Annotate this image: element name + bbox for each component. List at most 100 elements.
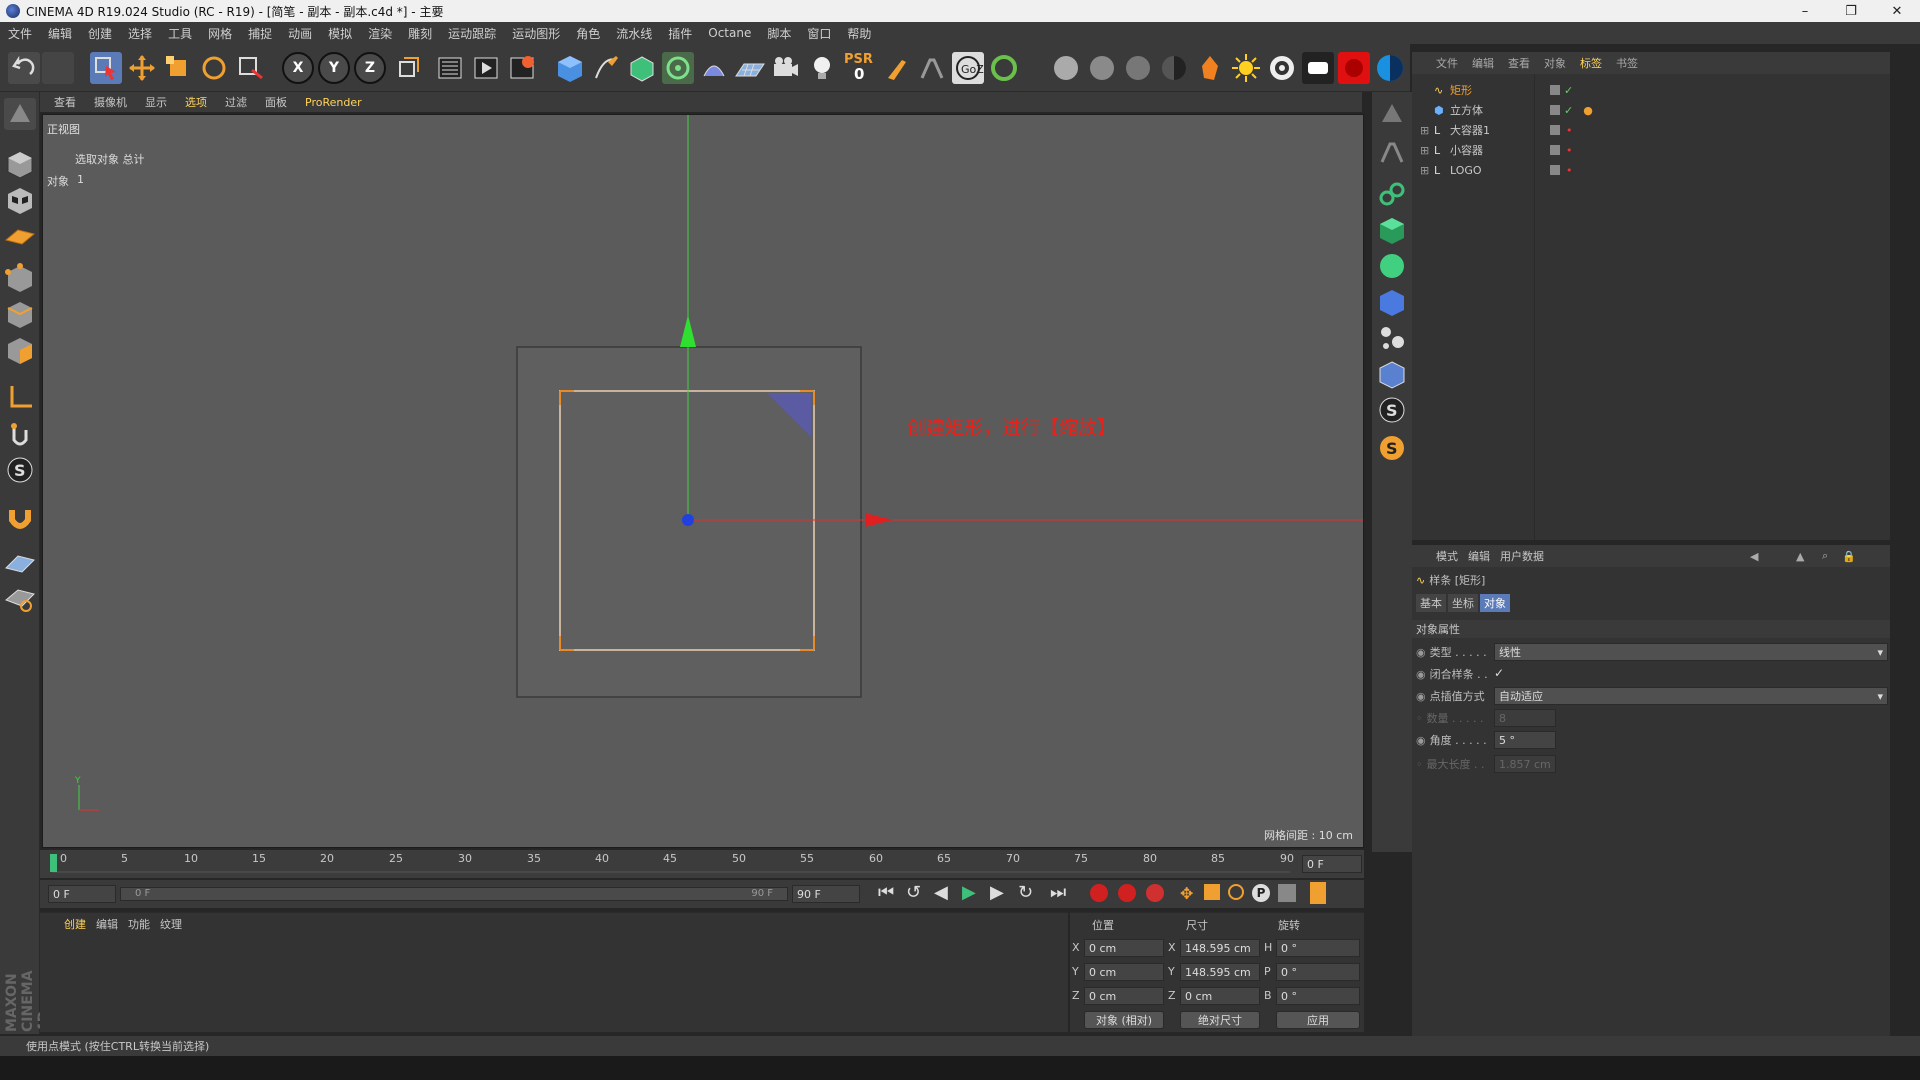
- mat-menu-create[interactable]: 创建: [40, 916, 96, 932]
- rotation-p-field[interactable]: 0 °: [1276, 963, 1360, 981]
- object-row-cube[interactable]: ⬢ 立方体 ✓ ●: [1412, 100, 1890, 120]
- mat-menu-function[interactable]: 功能: [128, 916, 160, 932]
- camera-icon[interactable]: [770, 52, 802, 84]
- array-mograph-icon[interactable]: [662, 52, 694, 84]
- object-row-rectangle[interactable]: ∿ 矩形 ✓: [1412, 80, 1890, 100]
- link-icon[interactable]: [1376, 178, 1408, 210]
- end-frame-field[interactable]: 90 F: [792, 885, 860, 903]
- size-mode-dropdown[interactable]: 绝对尺寸: [1180, 1011, 1260, 1029]
- object-row-logo[interactable]: ⊞ L LOGO •: [1412, 160, 1890, 180]
- objmgr-menu-objects[interactable]: 对象: [1537, 55, 1573, 71]
- minimize-button[interactable]: –: [1782, 0, 1828, 22]
- viewport-menu-cameras[interactable]: 摄像机: [85, 94, 136, 110]
- tweak-mode-icon[interactable]: [4, 418, 36, 450]
- expand-icon[interactable]: ⊞: [1420, 164, 1432, 177]
- workplane-grid-icon[interactable]: [4, 548, 36, 580]
- viewport-menu-prorender[interactable]: ProRender: [296, 96, 371, 109]
- octane-icon[interactable]: [1374, 52, 1406, 84]
- visibility-toggle-icon[interactable]: [1550, 145, 1560, 155]
- mat-menu-texture[interactable]: 纹理: [160, 916, 182, 932]
- interpolation-dropdown[interactable]: 自动适应 ▾: [1494, 687, 1888, 705]
- workplane-icon[interactable]: [4, 220, 36, 252]
- render-fire-icon[interactable]: [1194, 52, 1226, 84]
- disabled-dot-icon[interactable]: •: [1566, 164, 1573, 177]
- parameter-key-icon[interactable]: P: [1252, 884, 1270, 902]
- menu-sculpt[interactable]: 雕刻: [400, 25, 440, 42]
- attr-menu-edit[interactable]: 编辑: [1468, 548, 1500, 564]
- blue-polygon-icon[interactable]: [1376, 286, 1408, 318]
- sculpt-brush-icon[interactable]: [1376, 136, 1408, 168]
- refresh-plugin-icon[interactable]: [988, 52, 1020, 84]
- enabled-check-icon[interactable]: ✓: [1564, 84, 1573, 97]
- angle-field[interactable]: 5 °: [1494, 731, 1556, 749]
- texture-mode-icon[interactable]: [4, 184, 36, 216]
- visibility-toggle-icon[interactable]: [1550, 85, 1560, 95]
- menu-simulate[interactable]: 模拟: [320, 25, 360, 42]
- magnet-icon[interactable]: [4, 502, 36, 534]
- enabled-check-icon[interactable]: ✓: [1564, 104, 1573, 117]
- up-arrow-icon[interactable]: ▲: [1796, 550, 1804, 563]
- material-sphere-4-icon[interactable]: [1158, 52, 1190, 84]
- animate-radio-icon[interactable]: ◉: [1416, 646, 1426, 659]
- rotation-h-field[interactable]: 0 °: [1276, 939, 1360, 957]
- edges-mode-icon[interactable]: [4, 298, 36, 330]
- menu-create[interactable]: 创建: [80, 25, 120, 42]
- render-view-icon[interactable]: [434, 52, 466, 84]
- closed-spline-checkbox[interactable]: ✓: [1494, 666, 1508, 680]
- green-sphere-icon[interactable]: [1376, 250, 1408, 282]
- menu-mograph[interactable]: 运动图形: [504, 25, 568, 42]
- coordinate-mode-dropdown[interactable]: 对象 (相对): [1084, 1011, 1164, 1029]
- restore-button[interactable]: ❐: [1828, 0, 1874, 22]
- material-sphere-3-icon[interactable]: [1122, 52, 1154, 84]
- scale-icon[interactable]: [162, 52, 194, 84]
- tab-object[interactable]: 对象: [1480, 594, 1510, 612]
- menu-pipeline[interactable]: 流水线: [608, 25, 660, 42]
- record-keys-icon[interactable]: [1090, 884, 1108, 902]
- search-icon[interactable]: ⌕: [1822, 549, 1828, 563]
- size-y-field[interactable]: 148.595 cm: [1180, 963, 1260, 981]
- floor-icon[interactable]: [734, 52, 766, 84]
- back-arrow-icon[interactable]: ◀: [1750, 550, 1758, 563]
- objmgr-menu-edit[interactable]: 编辑: [1465, 55, 1501, 71]
- lock-icon[interactable]: 🔒: [1842, 550, 1856, 563]
- axis-mode-icon[interactable]: [4, 382, 36, 414]
- disabled-dot-icon[interactable]: •: [1566, 124, 1573, 137]
- playhead[interactable]: [50, 854, 57, 872]
- objmgr-menu-view[interactable]: 查看: [1501, 55, 1537, 71]
- disabled-dot-icon[interactable]: •: [1566, 144, 1573, 157]
- viewport-menu-filter[interactable]: 过滤: [216, 94, 256, 110]
- menu-mesh[interactable]: 网格: [200, 25, 240, 42]
- material-sphere-2-icon[interactable]: [1086, 52, 1118, 84]
- tab-coordinates[interactable]: 坐标: [1448, 594, 1478, 612]
- rotate-icon[interactable]: [198, 52, 230, 84]
- light-icon[interactable]: [806, 52, 838, 84]
- viewport-menu-options[interactable]: 选项: [176, 94, 216, 110]
- go-to-start-icon[interactable]: ⏮: [878, 882, 894, 903]
- target-icon[interactable]: [1266, 52, 1298, 84]
- tab-basic[interactable]: 基本: [1416, 594, 1446, 612]
- goz-icon[interactable]: GoZ: [952, 52, 984, 84]
- move-icon[interactable]: [126, 52, 158, 84]
- rotation-key-icon[interactable]: [1228, 884, 1244, 900]
- objmgr-menu-bookmarks[interactable]: 书签: [1609, 55, 1645, 71]
- point-level-icon[interactable]: [1278, 884, 1296, 902]
- timeline-ruler[interactable]: 0 5 10 15 20 25 30 35 40 45 50 55 60 65 …: [40, 850, 1364, 878]
- apply-button[interactable]: 应用: [1276, 1011, 1360, 1029]
- animate-radio-icon[interactable]: ◉: [1416, 668, 1426, 681]
- orange-s-icon[interactable]: S: [1376, 432, 1408, 464]
- hierarchy-icon[interactable]: [1376, 98, 1408, 130]
- menu-render[interactable]: 渲染: [360, 25, 400, 42]
- object-row-small-container[interactable]: ⊞ L 小容器 •: [1412, 140, 1890, 160]
- viewport-menu-view[interactable]: 查看: [40, 94, 85, 110]
- sculpt-icon[interactable]: [916, 52, 948, 84]
- mat-menu-edit[interactable]: 编辑: [96, 916, 128, 932]
- blue-box-icon[interactable]: [1376, 358, 1408, 390]
- green-cube-icon[interactable]: [1376, 214, 1408, 246]
- menu-motion-tracking[interactable]: 运动跟踪: [440, 25, 504, 42]
- material-sphere-1-icon[interactable]: [1050, 52, 1082, 84]
- position-key-icon[interactable]: ✥: [1180, 884, 1193, 903]
- object-row-large-container[interactable]: ⊞ L 大容器1 •: [1412, 120, 1890, 140]
- animate-radio-icon[interactable]: ◉: [1416, 734, 1426, 747]
- close-button[interactable]: ✕: [1874, 0, 1920, 22]
- expand-icon[interactable]: ⊞: [1420, 144, 1432, 157]
